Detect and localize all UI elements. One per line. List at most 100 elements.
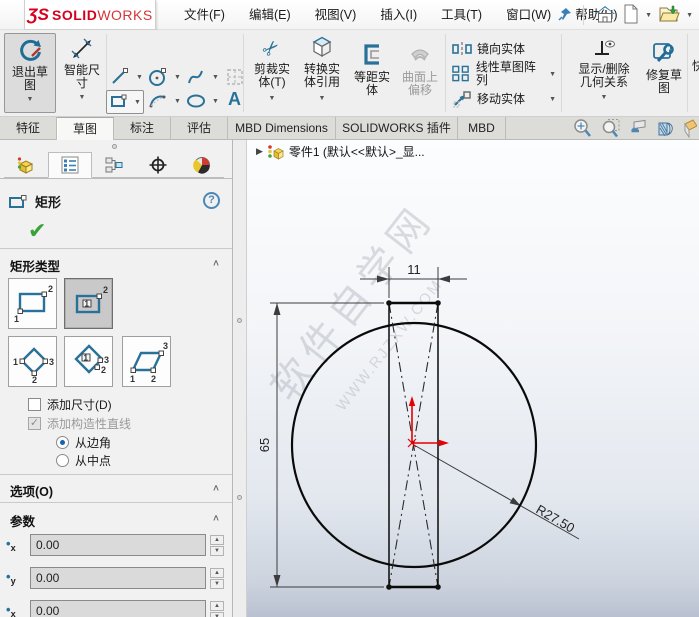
properties-icon — [61, 156, 79, 174]
surface-offset-button[interactable]: 曲面上 偏移 — [397, 42, 443, 97]
part-document-icon — [268, 144, 284, 160]
exit-sketch-dropdown[interactable]: ▼ — [27, 96, 34, 103]
parallelogram-button[interactable]: 1 2 3 — [122, 336, 171, 387]
add-construction-lines-checkbox[interactable]: ✓ — [28, 417, 41, 430]
home-icon[interactable] — [594, 4, 616, 27]
smart-dimension-dropdown[interactable]: ▼ — [79, 94, 86, 101]
smart-dimension-label: 智能尺 — [63, 63, 100, 77]
menu-view[interactable]: 视图(V) — [303, 0, 369, 30]
display-manager-tab[interactable] — [180, 152, 224, 178]
svg-text:1: 1 — [13, 357, 18, 367]
help-icon[interactable]: ? — [203, 192, 220, 209]
separator — [0, 178, 232, 179]
convert-dropdown[interactable]: ▼ — [319, 95, 326, 102]
graphics-area[interactable]: 软件自学网 WWW.RJZXW.COM 65 11 R27.50 — [247, 140, 699, 617]
part-icon — [17, 156, 34, 174]
feature-manager-tab[interactable] — [4, 152, 48, 178]
configuration-manager-tab[interactable] — [92, 152, 136, 178]
rectangle-tool-selected[interactable]: ▼ — [106, 90, 144, 114]
menu-file[interactable]: 文件(F) — [172, 0, 237, 30]
tab-markup[interactable]: 标注 — [114, 117, 171, 140]
tab-solidworks-addins[interactable]: SOLIDWORKS 插件 — [336, 117, 458, 140]
from-corners-radio[interactable] — [56, 436, 69, 449]
from-midpoints-radio[interactable] — [56, 454, 69, 467]
feature-tree-flyout[interactable]: ▶ 零件1 (默认<<默认>_显... — [256, 143, 425, 160]
rectangle-dropdown[interactable]: ▼ — [134, 99, 141, 106]
zoom-fit-icon[interactable] — [572, 118, 593, 142]
section-view-icon[interactable] — [656, 118, 677, 142]
svg-text:2: 2 — [103, 285, 108, 295]
line-dropdown[interactable]: ▼ — [136, 74, 143, 81]
menu-window[interactable]: 窗口(W) — [494, 0, 563, 30]
collapse-options-icon[interactable]: ∧ — [212, 482, 220, 493]
corner-rectangle-button[interactable]: 12 — [8, 278, 57, 329]
add-dimensions-checkbox[interactable] — [28, 398, 41, 411]
move-entities-label: 移动实体 — [477, 91, 526, 106]
sketch-origin[interactable] — [407, 396, 449, 448]
linear-pattern-button[interactable]: 线性草图阵列 ▼ — [452, 61, 556, 87]
new-document-dropdown[interactable]: ▼ — [645, 12, 652, 19]
circle-tool[interactable]: ▼ — [148, 67, 181, 87]
center-rectangle-3point-button[interactable]: 1 32 — [64, 336, 113, 387]
spline-tool[interactable]: ▼ — [186, 67, 219, 87]
center-rectangle-button[interactable]: 12 — [64, 278, 113, 329]
collapse-rectangle-type-icon[interactable]: ∧ — [212, 257, 220, 268]
offset-entities-button[interactable]: 等距实体 — [349, 42, 395, 97]
new-document-icon[interactable] — [622, 4, 639, 27]
corner-rectangle-3point-button[interactable]: 1 2 3 — [8, 336, 57, 387]
expand-tree-icon[interactable]: ▶ — [256, 146, 263, 157]
property-manager-tab[interactable] — [48, 152, 92, 178]
trim-dropdown[interactable]: ▼ — [269, 95, 276, 102]
arc-tool[interactable]: ▼ — [148, 91, 181, 111]
svg-text:1: 1 — [83, 353, 88, 362]
panel-splitter-handle[interactable] — [112, 144, 117, 149]
tab-sketch[interactable]: 草图 — [57, 117, 114, 140]
sketch-picture-tool[interactable] — [226, 68, 244, 86]
line-tool[interactable]: ▼ — [110, 67, 143, 87]
menu-tools[interactable]: 工具(T) — [429, 0, 494, 30]
x-coordinate-spinner[interactable]: ▲ ▼ — [210, 534, 224, 556]
menu-insert[interactable]: 插入(I) — [368, 0, 429, 30]
tab-features[interactable]: 特征 — [0, 117, 57, 140]
ellipse-dropdown[interactable]: ▼ — [212, 98, 219, 105]
display-delete-relations-button[interactable]: 显示/删除 几何关系 ▼ — [566, 36, 642, 101]
separator — [561, 34, 562, 112]
trim-entities-button[interactable]: ✂ 剪裁实 体(T) ▼ — [249, 34, 295, 102]
x2-coordinate-input[interactable] — [30, 600, 206, 617]
y-coordinate-spinner[interactable]: ▲ ▼ — [210, 567, 224, 589]
convert-entities-button[interactable]: 转换实 体引用 ▼ — [297, 34, 347, 102]
view-settings-icon-partial[interactable] — [684, 118, 698, 142]
pin-menu-icon[interactable] — [557, 6, 573, 25]
move-entities-button[interactable]: 移动实体 ▼ — [452, 88, 556, 110]
y-coordinate-input[interactable] — [30, 567, 206, 589]
panel-canvas-splitter[interactable] — [234, 140, 247, 617]
dimxpert-manager-tab[interactable] — [136, 152, 180, 178]
quick-snaps-button-partial[interactable]: 快 — [691, 60, 699, 73]
circle-dropdown[interactable]: ▼ — [174, 74, 181, 81]
smart-dimension-button[interactable]: 智能尺寸 ▼ — [60, 33, 104, 113]
text-tool[interactable]: A — [228, 89, 241, 110]
move-entities-dropdown[interactable]: ▼ — [549, 96, 556, 103]
tab-mbd[interactable]: MBD — [458, 117, 506, 140]
relations-dropdown[interactable]: ▼ — [601, 94, 608, 101]
sketch-drawing: 软件自学网 WWW.RJZXW.COM 65 11 R27.50 — [257, 197, 580, 590]
arc-dropdown[interactable]: ▼ — [174, 98, 181, 105]
exit-sketch-button[interactable]: 退出草图 ▼ — [4, 33, 56, 113]
ellipse-tool[interactable]: ▼ — [186, 91, 219, 111]
collapse-parameters-icon[interactable]: ∧ — [212, 512, 220, 523]
corner-rectangle-3point-icon: 1 2 3 — [13, 346, 54, 383]
open-document-dropdown[interactable]: ▼ — [686, 12, 693, 19]
menu-edit[interactable]: 编辑(E) — [237, 0, 303, 30]
repair-sketch-button[interactable]: 修复草图 — [642, 40, 686, 95]
spline-dropdown[interactable]: ▼ — [212, 74, 219, 81]
open-document-icon[interactable] — [658, 4, 680, 27]
linear-pattern-dropdown[interactable]: ▼ — [549, 71, 556, 78]
previous-view-icon[interactable] — [628, 118, 649, 142]
ok-button[interactable]: ✔ — [28, 218, 46, 244]
x-coordinate-input[interactable] — [30, 534, 206, 556]
tab-evaluate[interactable]: 评估 — [171, 117, 228, 140]
x2-coordinate-spinner[interactable]: ▲ ▼ — [210, 600, 224, 617]
zoom-area-icon[interactable] — [600, 118, 621, 142]
mirror-entities-button[interactable]: 镜向实体 — [452, 38, 525, 60]
tab-mbd-dimensions[interactable]: MBD Dimensions — [228, 117, 336, 140]
